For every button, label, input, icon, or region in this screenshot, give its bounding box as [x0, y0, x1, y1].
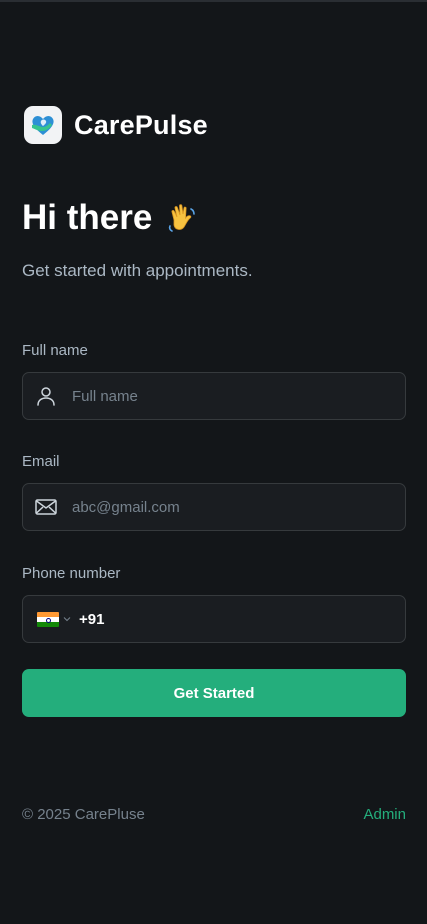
dial-code: +91 [79, 610, 105, 628]
phone-input[interactable] [110, 609, 405, 629]
page-subtitle: Get started with appointments. [22, 261, 253, 280]
get-started-button[interactable]: Get Started [22, 669, 406, 717]
user-icon [34, 384, 58, 408]
full-name-field[interactable] [22, 372, 406, 420]
greeting-title: Hi there [22, 198, 153, 237]
heart-hands-icon [24, 106, 62, 144]
admin-link[interactable]: Admin [363, 806, 406, 823]
phone-label: Phone number [22, 565, 121, 582]
patient-signup-page: CarePulse Hi there Get started with appo… [0, 0, 427, 924]
envelope-icon [34, 495, 58, 519]
email-field[interactable] [22, 483, 406, 531]
email-input[interactable] [70, 497, 405, 517]
copyright-text: © 2025 CarePluse [22, 806, 145, 823]
india-flag-icon[interactable] [37, 611, 59, 627]
chevron-down-icon[interactable] [63, 614, 73, 624]
brand-name: CarePulse [74, 109, 208, 140]
full-name-label: Full name [22, 342, 88, 359]
email-label: Email [22, 453, 60, 470]
full-name-input[interactable] [70, 386, 405, 406]
phone-field[interactable]: +91 [22, 595, 406, 643]
waving-hand-icon [164, 200, 200, 236]
greeting-heading: Hi there [22, 198, 200, 238]
top-border [0, 0, 427, 2]
brand-header: CarePulse [24, 106, 208, 144]
